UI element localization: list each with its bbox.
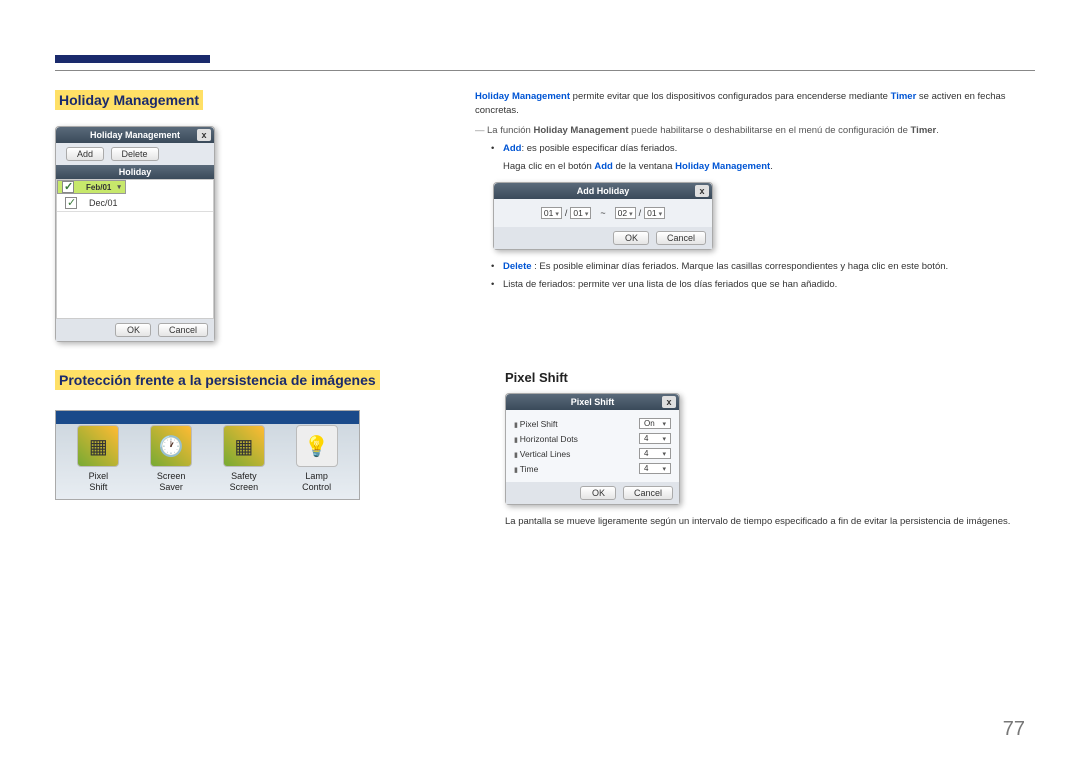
term-holiday-management: Holiday Management xyxy=(533,125,628,136)
close-icon[interactable]: x xyxy=(662,396,676,408)
cancel-button[interactable]: Cancel xyxy=(623,486,673,500)
dialog-title: Add Holiday x xyxy=(494,183,712,199)
range-separator: ~ xyxy=(600,208,605,218)
accent-bar xyxy=(55,55,210,63)
dialog-title: Pixel Shift x xyxy=(506,394,679,410)
holiday-date: Dec/01 xyxy=(89,198,118,208)
term-holiday-management: Holiday Management xyxy=(675,161,770,172)
setting-row: Pixel Shift On xyxy=(514,416,671,431)
text: permite evitar que los dispositivos conf… xyxy=(570,91,891,102)
cancel-button[interactable]: Cancel xyxy=(656,231,706,245)
text: La función xyxy=(487,125,533,136)
dialog-title: Holiday Management x xyxy=(56,127,214,143)
add-holiday-dialog: Add Holiday x 01 / 01 ~ 02 / 01 OK Cance… xyxy=(493,182,713,250)
checkbox-icon[interactable] xyxy=(65,197,77,209)
text: . xyxy=(770,161,773,172)
dialog-footer: OK Cancel xyxy=(506,482,679,504)
note-line: La función Holiday Management puede habi… xyxy=(475,125,1025,136)
day-end-spinner[interactable]: 01 xyxy=(644,207,665,219)
dialog-title-text: Pixel Shift xyxy=(571,397,615,407)
subsection-heading-pixel-shift: Pixel Shift xyxy=(505,370,1025,385)
page-number: 77 xyxy=(1003,718,1025,741)
protection-icon-bar: ▦ PixelShift 🕐 ScreenSaver ▦ SafetyScree… xyxy=(55,410,360,500)
close-icon[interactable]: x xyxy=(695,185,709,197)
time-select[interactable]: 4 xyxy=(639,463,671,474)
ok-button[interactable]: OK xyxy=(580,486,616,500)
dialog-toolbar: Add Delete xyxy=(56,143,214,165)
text: puede habilitarse o deshabilitarse en el… xyxy=(629,125,911,136)
label: ScreenSaver xyxy=(139,471,204,493)
separator: / xyxy=(639,208,642,218)
close-icon[interactable]: x xyxy=(197,129,211,141)
term-add: Add xyxy=(503,143,521,154)
dialog-footer: OK Cancel xyxy=(494,227,712,249)
table-row[interactable]: Feb/01 xyxy=(57,180,126,194)
term-timer: Timer xyxy=(891,91,917,102)
sub-line: Haga clic en el botón Add de la ventana … xyxy=(475,160,1025,174)
text: Lista de feriados: permite ver una lista… xyxy=(503,279,837,290)
text: Haga clic en el botón xyxy=(503,161,594,172)
screen-saver-tool[interactable]: 🕐 ScreenSaver xyxy=(139,425,204,493)
dialog-body: Pixel Shift On Horizontal Dots 4 Vertical … xyxy=(506,410,679,482)
section-heading-holiday-management: Holiday Management xyxy=(55,90,203,110)
label: LampControl xyxy=(284,471,349,493)
label: PixelShift xyxy=(66,471,131,493)
separator: / xyxy=(565,208,568,218)
holiday-date: Feb/01 xyxy=(86,183,111,192)
text: de la ventana xyxy=(613,161,675,172)
bullet-item: Add: es posible especificar días feriado… xyxy=(503,142,1025,156)
checkbox-icon[interactable] xyxy=(62,181,74,193)
month-end-spinner[interactable]: 02 xyxy=(615,207,636,219)
term-holiday-management: Holiday Management xyxy=(475,91,570,102)
delete-button[interactable]: Delete xyxy=(111,147,159,161)
safety-screen-icon: ▦ xyxy=(223,425,265,467)
pixel-shift-description: La pantalla se mueve ligeramente según u… xyxy=(505,515,1025,529)
term-add: Add xyxy=(594,161,612,172)
pixel-shift-tool[interactable]: ▦ PixelShift xyxy=(66,425,131,493)
term-timer: Timer xyxy=(911,125,937,136)
bullet-item: Lista de feriados: permite ver una lista… xyxy=(503,278,1025,292)
bullet-item: Delete : Es posible eliminar días feriad… xyxy=(503,260,1025,274)
date-range-row: 01 / 01 ~ 02 / 01 xyxy=(494,199,712,227)
top-divider xyxy=(55,70,1035,71)
lamp-icon: 💡 xyxy=(296,425,338,467)
setting-row: Time 4 xyxy=(514,461,671,476)
pixel-shift-icon: ▦ xyxy=(77,425,119,467)
ok-button[interactable]: OK xyxy=(613,231,649,245)
safety-screen-tool[interactable]: ▦ SafetyScreen xyxy=(212,425,277,493)
label: Vertical Lines xyxy=(514,449,570,459)
label: Pixel Shift xyxy=(514,419,558,429)
holiday-list: Feb/01 Dec/01 xyxy=(56,179,214,319)
label: SafetyScreen xyxy=(212,471,277,493)
month-start-spinner[interactable]: 01 xyxy=(541,207,562,219)
horizontal-dots-select[interactable]: 4 xyxy=(639,433,671,444)
vertical-lines-select[interactable]: 4 xyxy=(639,448,671,459)
day-start-spinner[interactable]: 01 xyxy=(570,207,591,219)
paragraph: Holiday Management permite evitar que lo… xyxy=(475,90,1025,119)
label: Horizontal Dots xyxy=(514,434,578,444)
text: . xyxy=(936,125,939,136)
lamp-control-tool[interactable]: 💡 LampControl xyxy=(284,425,349,493)
dialog-title-text: Add Holiday xyxy=(577,186,630,196)
pixel-shift-dialog: Pixel Shift x Pixel Shift On Horizontal D… xyxy=(505,393,680,505)
table-header: Holiday xyxy=(56,165,214,179)
label: Time xyxy=(514,464,538,474)
text: : Es posible eliminar días feriados. Mar… xyxy=(532,261,949,272)
add-button[interactable]: Add xyxy=(66,147,104,161)
text: : es posible especificar días feriados. xyxy=(521,143,677,154)
cancel-button[interactable]: Cancel xyxy=(158,323,208,337)
ok-button[interactable]: OK xyxy=(115,323,151,337)
screen-saver-icon: 🕐 xyxy=(150,425,192,467)
term-delete: Delete xyxy=(503,261,532,272)
section-heading-image-persistence: Protección frente a la persistencia de i… xyxy=(55,370,380,390)
dialog-title-text: Holiday Management xyxy=(90,130,180,140)
holiday-management-dialog: Holiday Management x Add Delete Holiday … xyxy=(55,126,215,342)
setting-row: Horizontal Dots 4 xyxy=(514,431,671,446)
setting-row: Vertical Lines 4 xyxy=(514,446,671,461)
dialog-footer: OK Cancel xyxy=(56,319,214,341)
table-row[interactable]: Dec/01 xyxy=(57,195,213,212)
pixel-shift-select[interactable]: On xyxy=(639,418,671,429)
